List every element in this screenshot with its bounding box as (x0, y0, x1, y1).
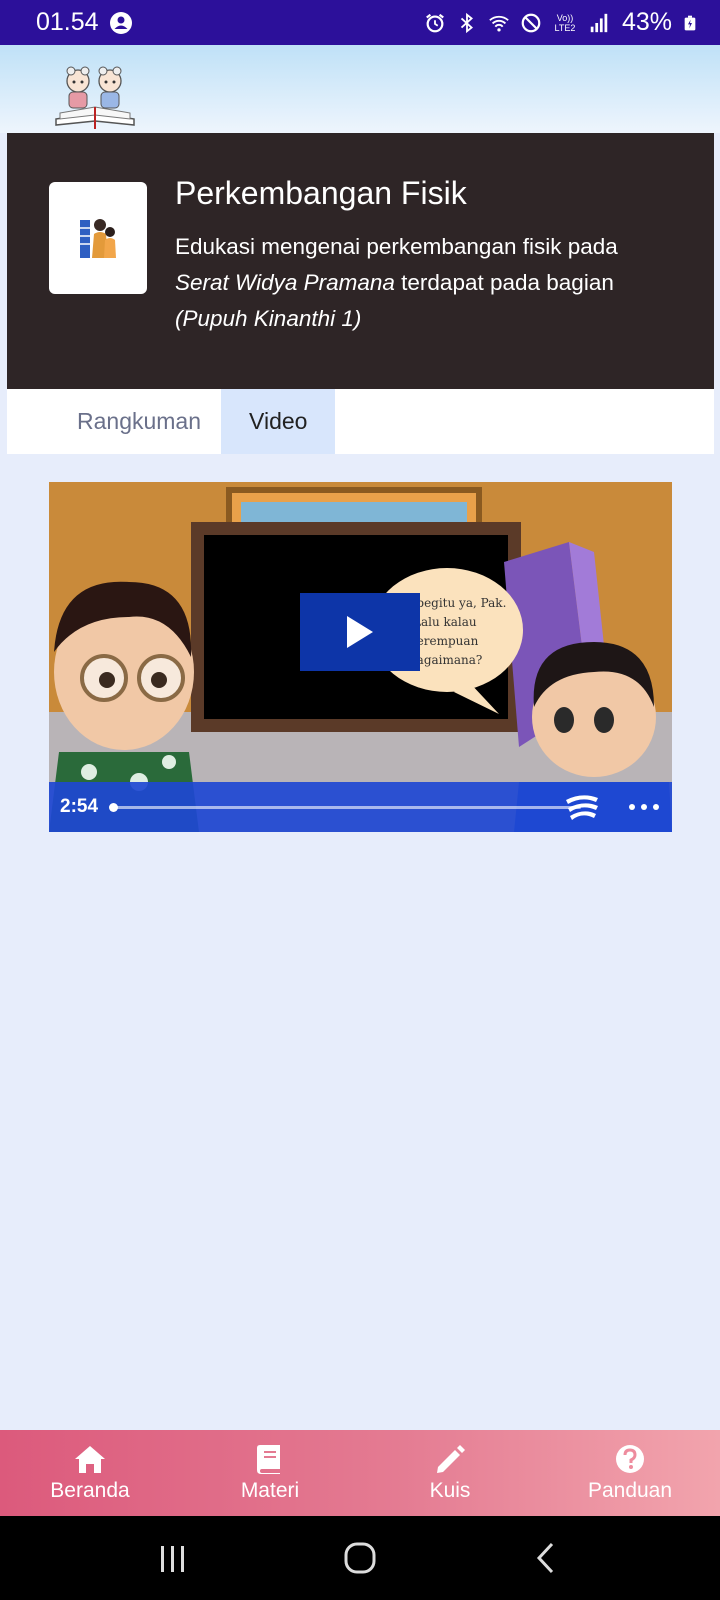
status-bar: 01.54 Vo)) LTE2 43% (0, 0, 720, 45)
reading-kids-logo[interactable] (52, 63, 138, 131)
alarm-icon (426, 13, 444, 32)
back-icon[interactable] (527, 1538, 567, 1578)
speech-line-4: bagaimana? (409, 653, 482, 667)
bottom-navigation: Beranda Materi Kuis Panduan (0, 1430, 720, 1516)
video-player[interactable]: Oh begitu ya, Pak. Lalu kalau perempuan … (49, 482, 672, 832)
do-not-disturb-icon (521, 13, 541, 32)
nav-materi[interactable]: Materi (180, 1430, 360, 1516)
nav-kuis[interactable]: Kuis (360, 1430, 540, 1516)
play-icon (347, 616, 373, 648)
nav-label-materi: Materi (240, 1479, 300, 1502)
nav-label-panduan: Panduan (587, 1479, 673, 1502)
tab-video[interactable]: Video (221, 389, 336, 454)
more-options-icon[interactable] (626, 796, 662, 818)
wifi-icon (489, 15, 509, 32)
pencil-icon (437, 1445, 465, 1473)
desc-mid: terdapat pada bagian (394, 270, 614, 295)
growth-chart-icon (80, 219, 116, 258)
topic-description: Edukasi mengenai perkembangan fisik pada… (175, 229, 675, 337)
speech-line-2: Lalu kalau (413, 615, 477, 629)
topic-banner: Perkembangan Fisik Edukasi mengenai perk… (7, 133, 714, 389)
play-button[interactable] (300, 593, 420, 671)
book-icon (257, 1445, 280, 1474)
help-icon (616, 1445, 644, 1473)
video-progress-bar[interactable] (109, 803, 581, 812)
content-tabs: Rangkuman Video (7, 389, 714, 454)
account-icon (109, 11, 132, 34)
desc-prefix: Edukasi mengenai perkembangan fisik pada (175, 234, 618, 259)
tab-rangkuman[interactable]: Rangkuman (57, 389, 221, 454)
desc-source: Serat Widya Pramana (175, 270, 395, 295)
network-label: Vo)) LTE2 (554, 12, 576, 33)
video-controls: 2:54 (49, 782, 672, 832)
battery-percent: 43% (621, 8, 672, 36)
page-title: Perkembangan Fisik (175, 175, 467, 211)
nav-panduan[interactable]: Panduan (540, 1430, 720, 1516)
status-right: Vo)) LTE2 43% (424, 8, 698, 37)
signal-icon (590, 13, 608, 32)
clock: 01.54 (36, 8, 99, 36)
vimeo-icon[interactable] (562, 790, 602, 824)
topic-thumbnail (49, 182, 147, 294)
bluetooth-icon (460, 12, 473, 33)
nav-beranda[interactable]: Beranda (0, 1430, 180, 1516)
system-navigation (0, 1516, 720, 1600)
home-icon (75, 1446, 105, 1473)
app-header (0, 45, 720, 133)
desc-section: (Pupuh Kinanthi 1) (175, 306, 362, 331)
nav-label-beranda: Beranda (50, 1479, 130, 1502)
progress-knob[interactable] (109, 803, 118, 812)
recent-apps-icon[interactable] (153, 1538, 193, 1578)
home-button-icon[interactable] (340, 1538, 380, 1578)
video-timecode: 2:54 (60, 796, 99, 817)
nav-label-kuis: Kuis (429, 1479, 471, 1502)
status-left: 01.54 (36, 8, 133, 37)
battery-icon (684, 15, 696, 30)
